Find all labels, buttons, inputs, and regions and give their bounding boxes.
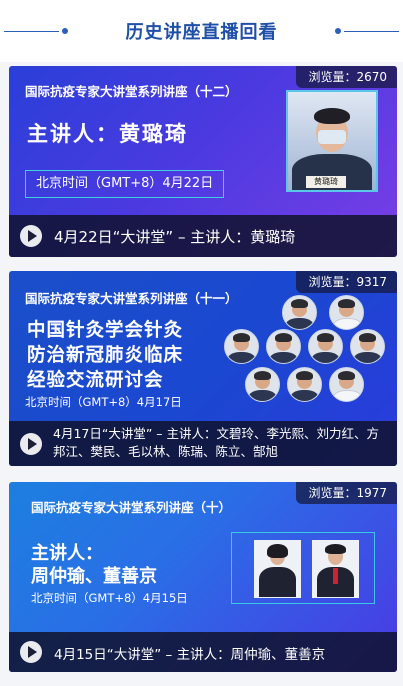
- replay-caption[interactable]: 4月17日“大讲堂” – 主讲人：文碧玲、李光熙、刘力红、方邦江、樊民、毛以林、…: [53, 425, 389, 461]
- play-icon[interactable]: [20, 225, 42, 247]
- header-right-line: [344, 31, 399, 32]
- speaker-avatar: [329, 295, 364, 330]
- speaker-avatar: [329, 367, 364, 402]
- replay-bar[interactable]: 4月17日“大讲堂” – 主讲人：文碧玲、李光熙、刘力红、方邦江、樊民、毛以林、…: [9, 421, 397, 466]
- series-title: 国际抗疫专家大讲堂系列讲座（十一）: [25, 291, 238, 306]
- speaker-avatar: [266, 329, 301, 364]
- headline-line-2: 防治新冠肺炎临床: [27, 345, 184, 366]
- headline-line-1: 中国针灸学会针灸: [27, 320, 184, 341]
- speaker-photo: 黄璐琦: [286, 90, 378, 192]
- replay-bar[interactable]: 4月22日“大讲堂” – 主讲人：黄璐琦: [9, 215, 397, 257]
- series-title: 国际抗疫专家大讲堂系列讲座（十）: [31, 500, 232, 515]
- speaker-avatar: [282, 295, 317, 330]
- replay-caption[interactable]: 4月15日“大讲堂” – 主讲人：周仲瑜、董善京: [54, 643, 385, 663]
- replay-caption[interactable]: 4月22日“大讲堂” – 主讲人：黄璐琦: [54, 226, 385, 247]
- speaker-avatar: [287, 367, 322, 402]
- speaker-photo: [312, 540, 359, 598]
- section-title: 历史讲座直播回看: [125, 22, 278, 43]
- broadcast-time: 北京时间（GMT+8）4月17日: [25, 395, 182, 409]
- view-count: 浏览量：9317: [296, 271, 397, 293]
- speaker-avatar: [224, 329, 259, 364]
- view-count: 浏览量：1977: [296, 482, 397, 504]
- speaker-photo: [254, 540, 301, 598]
- speaker-names: 周仲瑜、董善京: [31, 566, 157, 587]
- lecture-card-12[interactable]: 浏览量：2670 国际抗疫专家大讲堂系列讲座（十二） 主讲人：黄璐琦 北京时间（…: [9, 66, 397, 257]
- broadcast-time: 北京时间（GMT+8）4月15日: [31, 591, 188, 605]
- header-right-dot: [335, 28, 341, 34]
- nameplate: 黄璐琦: [306, 176, 346, 188]
- headline-line-3: 经验交流研讨会: [27, 370, 164, 391]
- speaker-avatar: [308, 329, 343, 364]
- speaker-title: 主讲人：黄璐琦: [27, 122, 188, 146]
- series-title: 国际抗疫专家大讲堂系列讲座（十二）: [25, 84, 238, 99]
- speaker-avatar: [245, 367, 280, 402]
- speaker-avatar: [350, 329, 385, 364]
- play-icon[interactable]: [20, 433, 42, 455]
- replay-bar[interactable]: 4月15日“大讲堂” – 主讲人：周仲瑜、董善京: [9, 632, 397, 672]
- lecture-card-10[interactable]: 浏览量：1977 国际抗疫专家大讲堂系列讲座（十） 主讲人： 周仲瑜、董善京 北…: [9, 482, 397, 672]
- view-count: 浏览量：2670: [296, 66, 397, 88]
- lecture-card-11[interactable]: 浏览量：9317 国际抗疫专家大讲堂系列讲座（十一） 中国针灸学会针灸 防治新冠…: [9, 271, 397, 466]
- play-icon[interactable]: [20, 641, 42, 663]
- broadcast-time: 北京时间（GMT+8）4月22日: [25, 170, 225, 198]
- section-header: 历史讲座直播回看: [0, 0, 403, 62]
